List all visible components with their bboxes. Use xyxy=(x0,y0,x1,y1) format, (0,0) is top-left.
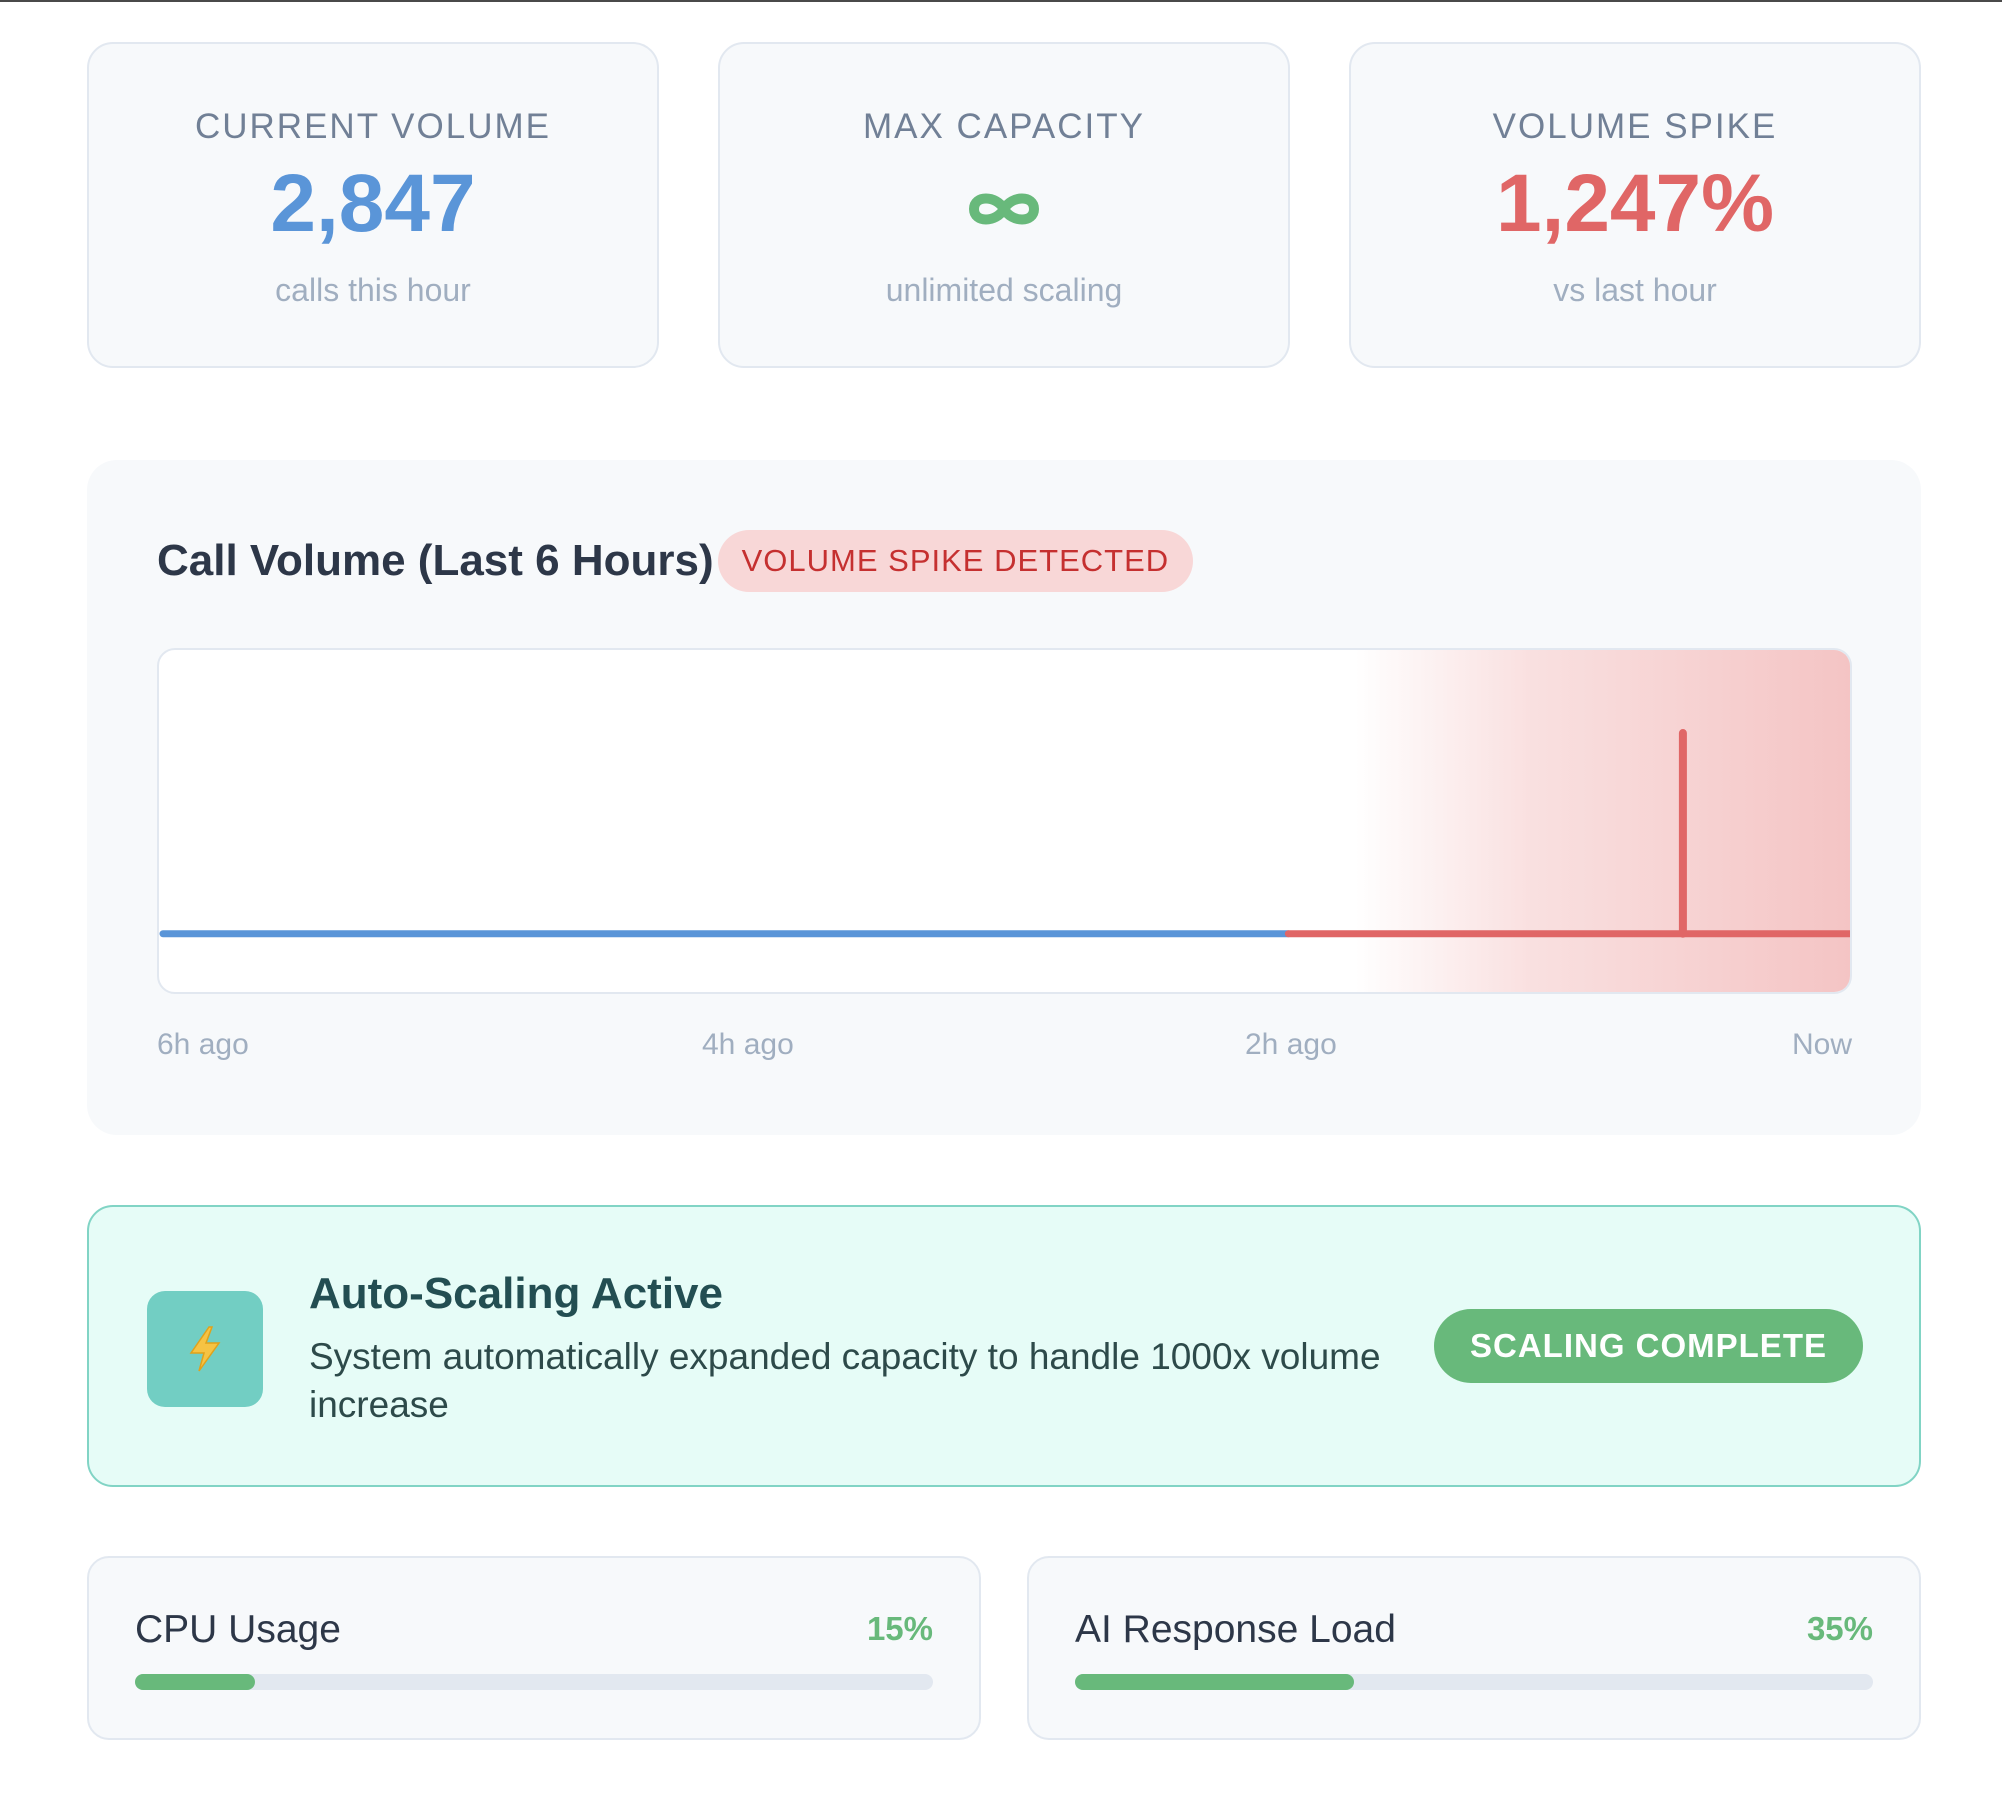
chart-header: Call Volume (Last 6 Hours) VOLUME SPIKE … xyxy=(157,530,1194,592)
stat-label: MAX CAPACITY xyxy=(862,107,1145,146)
x-tick-label: 6h ago xyxy=(157,1028,249,1061)
call-volume-panel: Call Volume (Last 6 Hours) VOLUME SPIKE … xyxy=(87,460,1921,1135)
stat-label: VOLUME SPIKE xyxy=(1492,107,1778,146)
metric-value: 15% xyxy=(866,1610,933,1647)
lightning-icon xyxy=(147,1291,263,1407)
x-tick-label: 4h ago xyxy=(702,1028,794,1061)
chart-area xyxy=(157,648,1852,994)
spike-detected-badge: VOLUME SPIKE DETECTED xyxy=(717,530,1194,592)
banner-description: System automatically expanded capacity t… xyxy=(309,1336,1381,1425)
line-chart xyxy=(159,729,1850,938)
ai-response-load-card: AI Response Load 35% xyxy=(1027,1556,1921,1740)
cpu-progress-fill xyxy=(135,1674,255,1690)
chart-title: Call Volume (Last 6 Hours) xyxy=(157,536,714,585)
current-volume-value: 2,847 xyxy=(270,158,476,249)
stat-subtitle: unlimited scaling xyxy=(885,272,1123,308)
progress-track xyxy=(135,1674,933,1690)
stat-subtitle: calls this hour xyxy=(275,272,471,308)
x-tick-label: 2h ago xyxy=(1245,1028,1337,1061)
metric-value: 35% xyxy=(1806,1610,1873,1647)
metric-name: CPU Usage xyxy=(135,1608,341,1651)
stat-subtitle: vs last hour xyxy=(1553,272,1717,308)
x-tick-label: Now xyxy=(1791,1028,1852,1061)
infinity-icon xyxy=(969,193,1039,225)
cpu-usage-card: CPU Usage 15% xyxy=(87,1556,981,1740)
progress-track xyxy=(1075,1674,1873,1690)
max-capacity-card: MAX CAPACITY unlimited scaling xyxy=(718,42,1290,368)
max-capacity-value xyxy=(720,160,1288,248)
auto-scaling-banner: Auto-Scaling Active System automatically… xyxy=(87,1205,1921,1487)
ai-load-progress-fill xyxy=(1075,1674,1355,1690)
volume-spike-card: VOLUME SPIKE 1,247% vs last hour xyxy=(1349,42,1921,368)
stat-label: CURRENT VOLUME xyxy=(194,107,551,146)
scaling-complete-badge: SCALING COMPLETE xyxy=(1433,1309,1863,1383)
metric-name: AI Response Load xyxy=(1075,1608,1396,1651)
volume-spike-value: 1,247% xyxy=(1495,158,1775,249)
stats-row: CURRENT VOLUME 2,847 calls this hour MAX… xyxy=(87,42,1921,368)
current-volume-card: CURRENT VOLUME 2,847 calls this hour xyxy=(87,42,659,368)
x-axis-labels: 6h ago 4h ago 2h ago Now xyxy=(157,1028,1852,1068)
banner-title: Auto-Scaling Active xyxy=(309,1269,723,1318)
